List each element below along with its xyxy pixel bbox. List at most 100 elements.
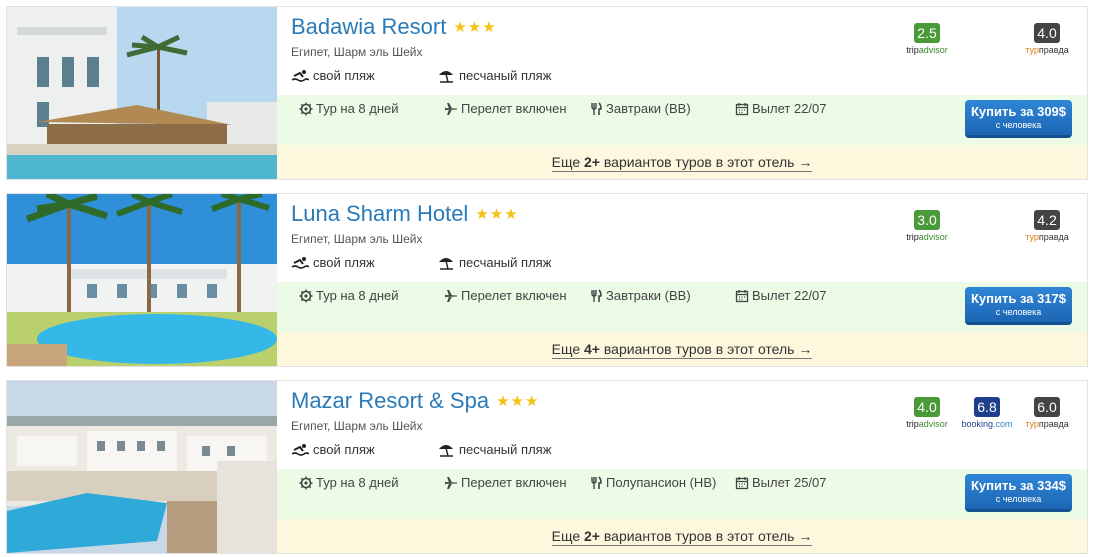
rating-turpravda[interactable]: 4.0 турправда <box>1017 23 1077 55</box>
hotel-location: Египет, Шарм эль Шейх <box>291 232 423 246</box>
feature-label: песчаный пляж <box>459 255 552 270</box>
swimmer-icon <box>291 256 309 269</box>
hotel-list: Badawia Resort ★ ★ ★ Египет, Шарм эль Ше… <box>0 0 1093 557</box>
hotel-card: Badawia Resort ★ ★ ★ Египет, Шарм эль Ше… <box>6 6 1088 180</box>
star-icon: ★ <box>482 18 496 36</box>
buy-button[interactable]: Купить за 317$ с человека <box>965 287 1072 325</box>
feature-label: свой пляж <box>313 442 375 457</box>
buy-button[interactable]: Купить за 309$ с человека <box>965 100 1072 138</box>
offer-flight: Перелет включен <box>444 101 589 116</box>
hotel-card: Mazar Resort & Spa ★ ★ ★ Египет, Шарм эл… <box>6 380 1088 554</box>
more-offers-link[interactable]: Еще 2+ вариантов туров в этот отель → <box>551 528 813 546</box>
offer-departure: Вылет 25/07 <box>735 475 855 490</box>
more-offers-link[interactable]: Еще 2+ вариантов туров в этот отель → <box>551 154 813 172</box>
gear-icon <box>299 289 313 302</box>
rating-tripadvisor[interactable]: 4.0 tripadvisor <box>897 397 957 429</box>
rating-score: 4.0 <box>1034 23 1060 43</box>
star-icon: ★ <box>510 392 524 410</box>
feature-sandy-beach: песчаный пляж <box>437 255 583 270</box>
calendar-icon <box>735 102 749 115</box>
airplane-icon <box>445 102 457 115</box>
hotel-name: Luna Sharm Hotel <box>291 201 469 226</box>
hotel-photo[interactable] <box>7 194 277 366</box>
offer-meal: Завтраки (BB) <box>589 101 735 116</box>
offer-departure: Вылет 22/07 <box>735 288 855 303</box>
cutlery-icon <box>591 475 602 489</box>
buy-button[interactable]: Купить за 334$ с человека <box>965 474 1072 512</box>
rating-tripadvisor[interactable]: 2.5 tripadvisor <box>897 23 957 55</box>
rating-score: 3.0 <box>914 210 940 230</box>
rating-turpravda[interactable]: 6.0 турправда <box>1017 397 1077 429</box>
hotel-name-link[interactable]: Badawia Resort ★ ★ ★ <box>291 14 496 40</box>
rating-turpravda[interactable]: 4.2 турправда <box>1017 210 1077 242</box>
swimmer-icon <box>291 69 309 82</box>
beach-umbrella-icon <box>439 70 453 83</box>
offer-flight: Перелет включен <box>444 475 589 490</box>
calendar-icon <box>735 476 749 489</box>
more-offers-bar: Еще 2+ вариантов туров в этот отель → <box>277 519 1087 553</box>
hotel-location: Египет, Шарм эль Шейх <box>291 419 423 433</box>
rating-source: tripadvisor <box>906 232 948 242</box>
rating-source: турправда <box>1025 419 1069 429</box>
rating-score: 4.0 <box>914 397 940 417</box>
rating-booking[interactable]: 6.8 booking.com <box>957 397 1017 429</box>
hotel-photo[interactable] <box>7 381 277 553</box>
ratings-block: 3.0 tripadvisor 4.2 турправда <box>897 210 1077 242</box>
hotel-name: Mazar Resort & Spa <box>291 388 490 413</box>
star-icon: ★ <box>453 18 467 36</box>
feature-private-beach: свой пляж <box>291 255 437 270</box>
tour-offer: Тур на 8 дней Перелет включен Завтраки (… <box>277 95 1087 145</box>
star-rating: ★ ★ ★ <box>453 20 495 35</box>
hotel-name-link[interactable]: Mazar Resort & Spa ★ ★ ★ <box>291 388 538 414</box>
more-offers-bar: Еще 4+ вариантов туров в этот отель → <box>277 332 1087 366</box>
cutlery-icon <box>591 101 602 115</box>
calendar-icon <box>735 289 749 302</box>
star-rating: ★ ★ ★ <box>496 394 538 409</box>
offer-duration: Тур на 8 дней <box>299 101 444 116</box>
more-offers-link[interactable]: Еще 4+ вариантов туров в этот отель → <box>551 341 813 359</box>
rating-score: 4.2 <box>1034 210 1060 230</box>
rating-source: турправда <box>1025 45 1069 55</box>
star-icon: ★ <box>496 392 510 410</box>
star-icon: ★ <box>524 392 539 410</box>
offer-flight: Перелет включен <box>444 288 589 303</box>
rating-source: tripadvisor <box>906 45 948 55</box>
star-rating: ★ ★ ★ <box>475 207 517 222</box>
star-icon: ★ <box>504 205 518 223</box>
beach-umbrella-icon <box>439 257 453 270</box>
hotel-name-link[interactable]: Luna Sharm Hotel ★ ★ ★ <box>291 201 518 227</box>
more-offers-bar: Еще 2+ вариантов туров в этот отель → <box>277 145 1087 179</box>
gear-icon <box>299 102 313 115</box>
offer-meal: Полупансион (HB) <box>589 475 735 490</box>
feature-label: свой пляж <box>313 255 375 270</box>
swimmer-icon <box>291 443 309 456</box>
feature-label: песчаный пляж <box>459 68 552 83</box>
hotel-name: Badawia Resort <box>291 14 447 39</box>
airplane-icon <box>445 476 457 489</box>
feature-label: свой пляж <box>313 68 375 83</box>
rating-source: booking.com <box>961 419 1013 429</box>
feature-sandy-beach: песчаный пляж <box>437 68 583 83</box>
star-icon: ★ <box>467 18 482 36</box>
offer-meal: Завтраки (BB) <box>589 288 735 303</box>
rating-tripadvisor[interactable]: 3.0 tripadvisor <box>897 210 957 242</box>
airplane-icon <box>445 289 457 302</box>
hotel-features: свой пляж песчаный пляж <box>291 442 583 457</box>
hotel-photo[interactable] <box>7 7 277 179</box>
rating-source: турправда <box>1025 232 1069 242</box>
star-icon: ★ <box>489 205 504 223</box>
tour-offer: Тур на 8 дней Перелет включен Завтраки (… <box>277 282 1087 332</box>
feature-private-beach: свой пляж <box>291 442 437 457</box>
feature-sandy-beach: песчаный пляж <box>437 442 583 457</box>
offer-departure: Вылет 22/07 <box>735 101 855 116</box>
beach-umbrella-icon <box>439 444 453 457</box>
hotel-features: свой пляж песчаный пляж <box>291 255 583 270</box>
rating-score: 6.0 <box>1034 397 1060 417</box>
star-icon: ★ <box>475 205 489 223</box>
gear-icon <box>299 476 313 489</box>
cutlery-icon <box>591 288 602 302</box>
ratings-block: 4.0 tripadvisor 6.8 booking.com 6.0 турп… <box>897 397 1077 429</box>
hotel-features: свой пляж песчаный пляж <box>291 68 583 83</box>
feature-private-beach: свой пляж <box>291 68 437 83</box>
offer-duration: Тур на 8 дней <box>299 288 444 303</box>
